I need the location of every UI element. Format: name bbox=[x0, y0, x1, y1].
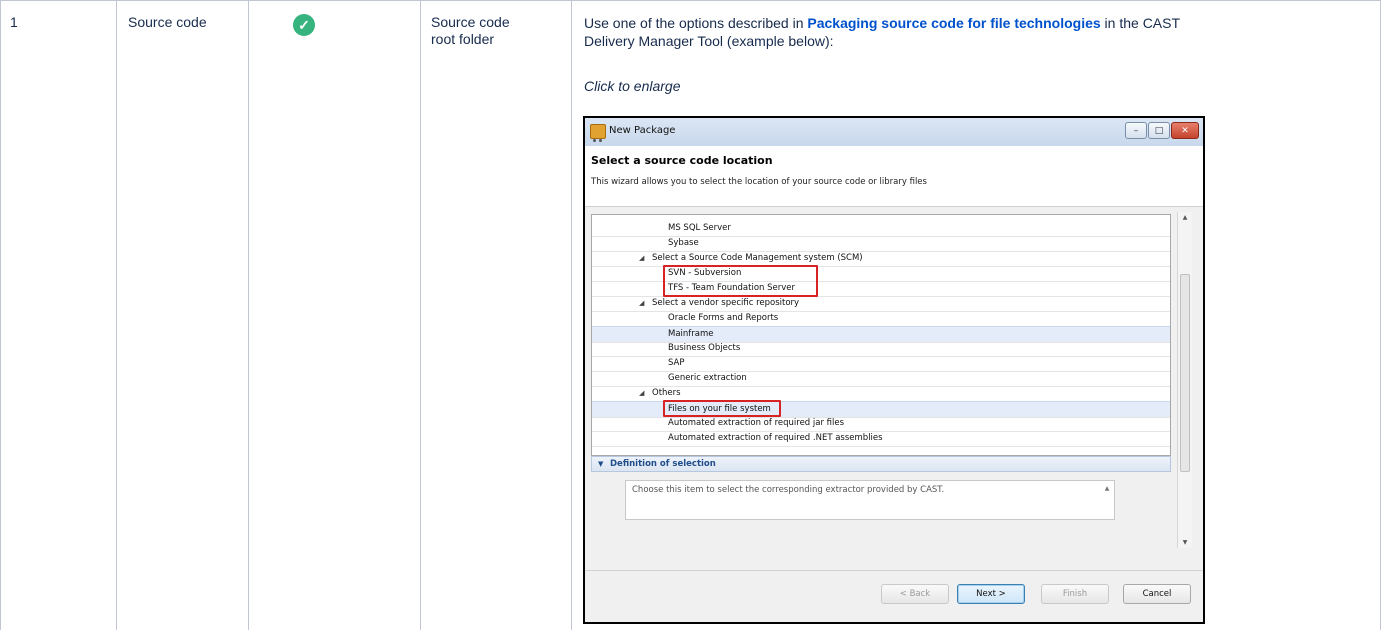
description-line-2: Delivery Manager Tool (example below): bbox=[584, 33, 834, 49]
source-location-tree[interactable]: MS SQL Server Sybase ◢ Select a Source Co… bbox=[591, 214, 1171, 456]
check-circle-icon: ✓ bbox=[293, 14, 315, 36]
col-border bbox=[420, 0, 421, 630]
row-number: 1 bbox=[10, 14, 18, 30]
requirements-table: 1 Source code ✓ Source code root folder … bbox=[0, 0, 1381, 630]
finish-button[interactable]: Finish bbox=[1041, 584, 1109, 604]
tree-item[interactable]: Business Objects bbox=[592, 341, 1170, 357]
tree-item[interactable]: Sybase bbox=[592, 236, 1170, 252]
item-name: Source code bbox=[128, 14, 207, 30]
table-top-border bbox=[0, 0, 1381, 1]
scroll-up-icon[interactable]: ▲ bbox=[1178, 214, 1192, 221]
tree-item[interactable]: Oracle Forms and Reports bbox=[592, 311, 1170, 327]
tree-item[interactable]: TFS - Team Foundation Server bbox=[592, 281, 1170, 297]
back-button[interactable]: < Back bbox=[881, 584, 949, 604]
dialog-scrollbar[interactable]: ▲ ▼ bbox=[1177, 212, 1192, 548]
dialog-header: Select a source code location This wizar… bbox=[585, 146, 1203, 207]
maximize-icon[interactable]: □ bbox=[1148, 122, 1170, 139]
tree-item[interactable]: SVN - Subversion bbox=[592, 266, 1170, 282]
new-package-dialog-screenshot[interactable]: New Package – □ ✕ Select a source code l… bbox=[583, 116, 1205, 624]
tree-group[interactable]: ◢ Others bbox=[592, 386, 1170, 402]
col-border bbox=[571, 0, 572, 630]
tree-item[interactable]: Generic extraction bbox=[592, 371, 1170, 387]
col-border bbox=[248, 0, 249, 630]
definition-text-box: Choose this item to select the correspon… bbox=[625, 480, 1115, 520]
col-border bbox=[116, 0, 117, 630]
tree-group[interactable]: ◢ Select a Source Code Management system … bbox=[592, 251, 1170, 267]
dialog-title-bar: New Package – □ ✕ bbox=[585, 118, 1203, 147]
dialog-heading: Select a source code location bbox=[591, 154, 773, 167]
packaging-link[interactable]: Packaging source code for file technolog… bbox=[807, 15, 1100, 31]
expand-triangle-icon[interactable]: ◢ bbox=[639, 386, 644, 401]
mini-scrollbar[interactable]: ▲ bbox=[1102, 481, 1112, 519]
next-button[interactable]: Next > bbox=[957, 584, 1025, 604]
tree-item[interactable]: SAP bbox=[592, 356, 1170, 372]
description-prefix: Use one of the options described in bbox=[584, 15, 808, 31]
expand-triangle-icon[interactable]: ◢ bbox=[639, 296, 644, 311]
description: Use one of the options described in Pack… bbox=[584, 14, 1364, 50]
description-suffix: in the CAST bbox=[1100, 15, 1181, 31]
collapse-triangle-icon[interactable]: ▼ bbox=[598, 457, 603, 471]
close-icon[interactable]: ✕ bbox=[1171, 122, 1199, 139]
location-line-1: Source code bbox=[431, 14, 510, 30]
scroll-down-icon[interactable]: ▼ bbox=[1178, 539, 1192, 546]
location-line-2: root folder bbox=[431, 31, 495, 47]
tree-item[interactable]: Automated extraction of required jar fil… bbox=[592, 416, 1170, 432]
cancel-button[interactable]: Cancel bbox=[1123, 584, 1191, 604]
scrollbar-thumb[interactable] bbox=[1180, 274, 1190, 472]
expand-triangle-icon[interactable]: ◢ bbox=[639, 251, 644, 266]
dialog-title: New Package bbox=[609, 125, 676, 136]
col-border bbox=[0, 0, 1, 630]
tree-item[interactable]: MS SQL Server bbox=[592, 221, 1170, 237]
dialog-subheading: This wizard allows you to select the loc… bbox=[591, 177, 927, 187]
tree-item[interactable]: Automated extraction of required .NET as… bbox=[592, 431, 1170, 447]
package-icon bbox=[590, 124, 606, 142]
definition-section-header[interactable]: ▼ Definition of selection bbox=[591, 456, 1171, 472]
tree-group[interactable]: ◢ Select a vendor specific repository bbox=[592, 296, 1170, 312]
minimize-icon[interactable]: – bbox=[1125, 122, 1147, 139]
caption: Click to enlarge bbox=[584, 78, 681, 94]
button-bar-separator bbox=[585, 570, 1203, 571]
